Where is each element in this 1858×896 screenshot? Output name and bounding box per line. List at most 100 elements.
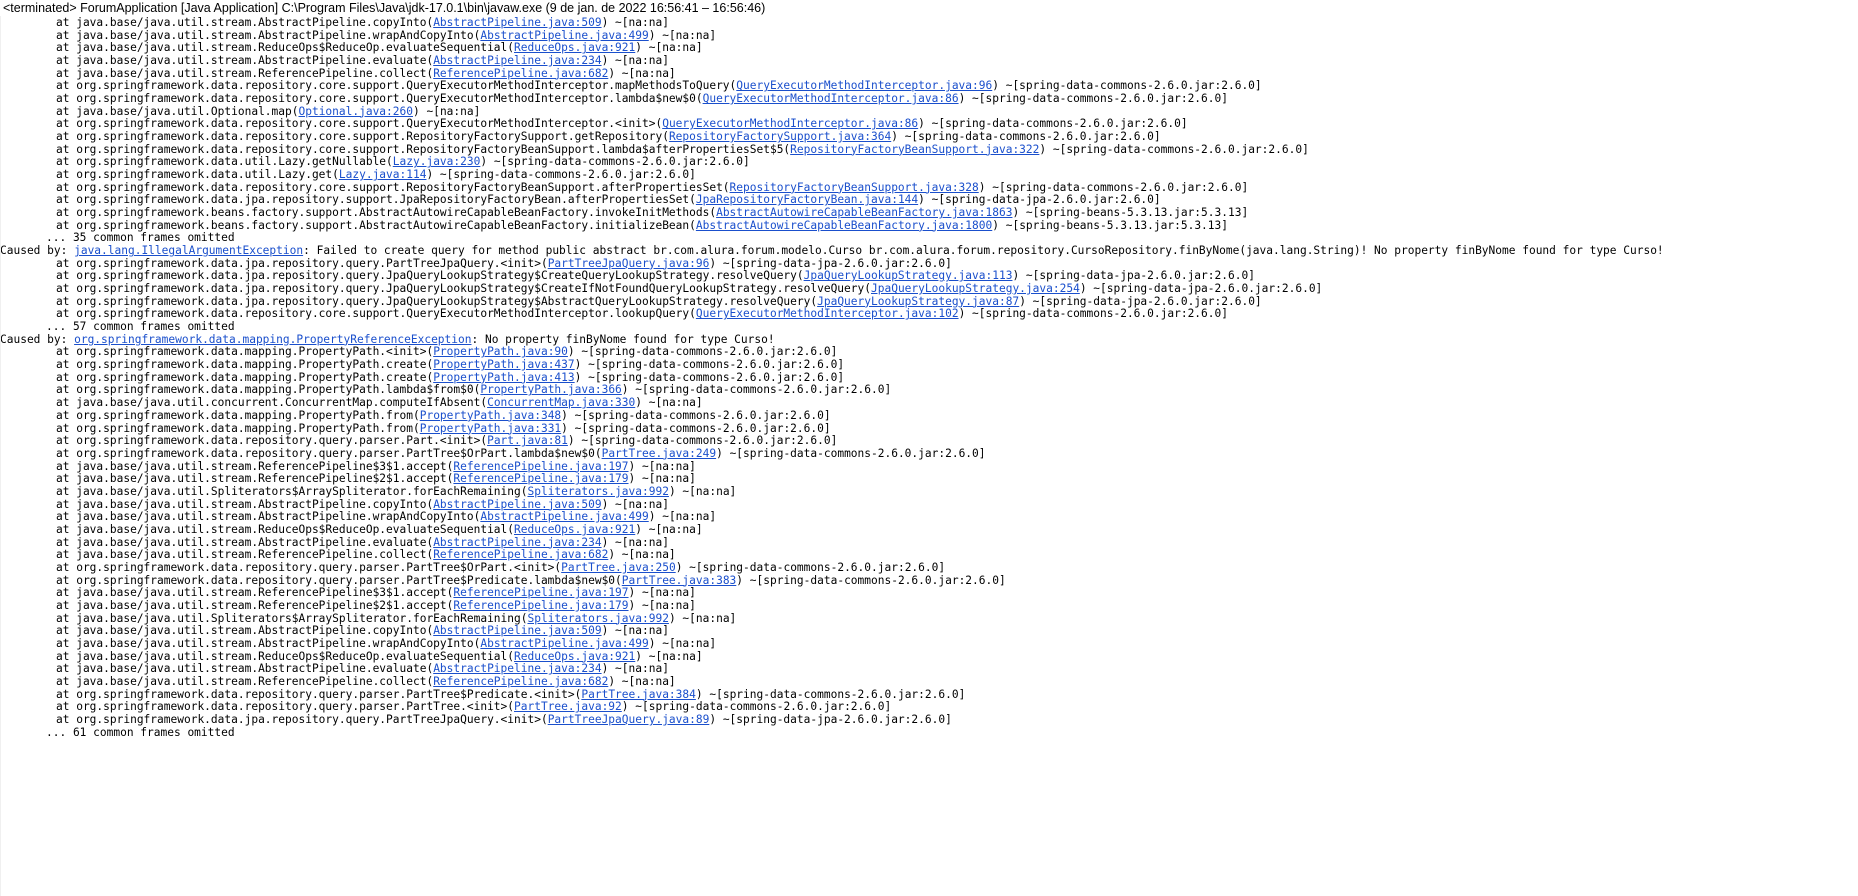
source-location-link[interactable]: AbstractPipeline.java:509 [433, 499, 601, 511]
source-location-link[interactable]: PropertyPath.java:437 [433, 359, 574, 371]
source-location-link[interactable]: Lazy.java:114 [339, 169, 427, 181]
source-location-link[interactable]: PartTree.java:250 [561, 562, 676, 574]
source-location-link[interactable]: JpaQueryLookupStrategy.java:254 [871, 283, 1080, 295]
stack-frame-text: at java.base/java.util.stream.ReferenceP… [56, 473, 454, 486]
source-location-link[interactable]: Lazy.java:230 [393, 156, 481, 168]
exception-type-link[interactable]: org.springframework.data.mapping.Propert… [74, 334, 471, 346]
console-output-area[interactable]: at java.base/java.util.stream.AbstractPi… [0, 16, 1858, 896]
source-location-link[interactable]: Spliterators.java:992 [527, 613, 668, 625]
source-location-link[interactable]: QueryExecutorMethodInterceptor.java:96 [736, 80, 992, 92]
source-location-link[interactable]: PropertyPath.java:331 [420, 423, 561, 435]
source-location-link[interactable]: PropertyPath.java:348 [420, 410, 561, 422]
source-location-link[interactable]: Spliterators.java:992 [527, 486, 668, 498]
stack-frame-suffix: ) ~[na:na] [648, 29, 717, 42]
stack-frame-suffix: ) ~[spring-data-commons-2.6.0.jar:2.6.0] [918, 118, 1188, 131]
source-location-link[interactable]: ReferencePipeline.java:197 [453, 587, 628, 599]
stack-frame-suffix: ) ~[spring-data-jpa-2.6.0.jar:2.6.0] [709, 257, 952, 270]
source-location-link[interactable]: PartTreeJpaQuery.java:96 [548, 258, 710, 270]
stack-frame-line: at org.springframework.data.jpa.reposito… [0, 194, 1858, 207]
stack-frame-line: at org.springframework.data.repository.q… [0, 575, 1858, 588]
stack-frame-text: at java.base/java.util.Optional.map( [56, 105, 299, 118]
stack-frame-line: at java.base/java.util.stream.AbstractPi… [0, 663, 1858, 676]
source-location-link[interactable]: ReduceOps.java:921 [514, 651, 635, 663]
source-location-link[interactable]: AbstractPipeline.java:509 [433, 625, 601, 637]
source-location-link[interactable]: ReduceOps.java:921 [514, 524, 635, 536]
stack-frame-text: at org.springframework.beans.factory.sup… [56, 207, 717, 220]
stack-frame-text: at org.springframework.data.repository.c… [56, 131, 669, 144]
stack-frame-text: at java.base/java.util.stream.ReferenceP… [56, 460, 454, 473]
stack-frame-line: at java.base/java.util.stream.ReferenceP… [0, 600, 1858, 613]
stack-frame-text: at org.springframework.data.mapping.Prop… [56, 359, 434, 372]
source-location-link[interactable]: AbstractPipeline.java:509 [433, 17, 601, 29]
stack-frame-line: at java.base/java.util.stream.ReferenceP… [0, 549, 1858, 562]
stack-frame-line: at java.base/java.util.stream.ReduceOps$… [0, 524, 1858, 537]
source-location-link[interactable]: PropertyPath.java:413 [433, 372, 574, 384]
source-location-link[interactable]: JpaQueryLookupStrategy.java:87 [817, 296, 1019, 308]
stack-frame-line: at org.springframework.data.repository.q… [0, 701, 1858, 714]
source-location-link[interactable]: RepositoryFactoryBeanSupport.java:322 [790, 144, 1039, 156]
stack-frame-line: at org.springframework.data.repository.q… [0, 689, 1858, 702]
source-location-link[interactable]: Optional.java:260 [298, 106, 413, 118]
stack-frame-line: at java.base/java.util.stream.ReferenceP… [0, 473, 1858, 486]
stack-frame-text: ... 61 common frames omitted [46, 726, 235, 739]
source-location-link[interactable]: AbstractPipeline.java:499 [480, 638, 648, 650]
source-location-link[interactable]: ReferencePipeline.java:179 [453, 473, 628, 485]
source-location-link[interactable]: JpaRepositoryFactoryBean.java:144 [696, 194, 918, 206]
source-location-link[interactable]: PartTree.java:384 [581, 689, 696, 701]
source-location-link[interactable]: AbstractPipeline.java:234 [433, 663, 601, 675]
stack-frame-text: at org.springframework.beans.factory.sup… [56, 219, 696, 232]
stack-frame-text: at java.base/java.util.stream.AbstractPi… [56, 536, 434, 549]
source-location-link[interactable]: AbstractPipeline.java:499 [480, 511, 648, 523]
stack-frame-line: at java.base/java.util.Optional.map(Opti… [0, 106, 1858, 119]
source-location-link[interactable]: ReferencePipeline.java:682 [433, 549, 608, 561]
source-location-link[interactable]: ReferencePipeline.java:179 [453, 600, 628, 612]
stack-frame-suffix: ) ~[spring-data-commons-2.6.0.jar:2.6.0] [992, 80, 1262, 93]
source-location-link[interactable]: ReferencePipeline.java:682 [433, 68, 608, 80]
source-location-link[interactable]: PartTree.java:383 [622, 575, 737, 587]
stack-frame-line: at java.base/java.util.stream.AbstractPi… [0, 638, 1858, 651]
source-location-link[interactable]: AbstractPipeline.java:234 [433, 537, 601, 549]
stack-frame-text: at org.springframework.data.util.Lazy.ge… [56, 156, 393, 169]
stack-frame-suffix: ) ~[na:na] [635, 42, 703, 55]
source-location-link[interactable]: Part.java:81 [487, 435, 568, 447]
stack-frame-suffix: ) ~[spring-data-commons-2.6.0.jar:2.6.0] [621, 384, 892, 397]
source-location-link[interactable]: AbstractPipeline.java:234 [433, 55, 601, 67]
stack-frame-text: at java.base/java.util.stream.ReferenceP… [56, 587, 454, 600]
source-location-link[interactable]: ReferencePipeline.java:682 [433, 676, 608, 688]
stack-frame-line: at org.springframework.data.repository.c… [0, 80, 1858, 93]
source-location-link[interactable]: JpaQueryLookupStrategy.java:113 [804, 270, 1013, 282]
source-location-link[interactable]: AbstractPipeline.java:499 [480, 30, 648, 42]
stack-frame-suffix: : Failed to create query for method publ… [303, 245, 1664, 258]
stack-frame-suffix: ) ~[spring-data-jpa-2.6.0.jar:2.6.0] [1012, 270, 1255, 283]
source-location-link[interactable]: PropertyPath.java:366 [480, 384, 621, 396]
source-location-link[interactable]: PartTree.java:249 [602, 448, 717, 460]
source-location-link[interactable]: QueryExecutorMethodInterceptor.java:102 [696, 308, 959, 320]
source-location-link[interactable]: ReferencePipeline.java:197 [453, 461, 628, 473]
stack-frame-text: at org.springframework.data.repository.q… [56, 688, 582, 701]
source-location-link[interactable]: ReduceOps.java:921 [514, 42, 635, 54]
stack-frame-line: at org.springframework.data.mapping.Prop… [0, 372, 1858, 385]
stack-frame-suffix: ) ~[na:na] [668, 485, 737, 498]
stack-frame-suffix: ) ~[spring-beans-5.3.13.jar:5.3.13] [992, 219, 1228, 232]
stack-frame-text: at java.base/java.util.Spliterators$Arra… [56, 612, 528, 625]
source-location-link[interactable]: QueryExecutorMethodInterceptor.java:86 [662, 118, 918, 130]
stack-frame-line: at org.springframework.data.repository.c… [0, 131, 1858, 144]
stack-frame-suffix: ) ~[na:na] [601, 17, 669, 29]
source-location-link[interactable]: PropertyPath.java:90 [433, 346, 568, 358]
stack-frame-suffix: ) ~[spring-data-commons-2.6.0.jar:2.6.0] [567, 435, 838, 448]
source-location-link[interactable]: AbstractAutowireCapableBeanFactory.java:… [696, 220, 992, 232]
source-location-link[interactable]: QueryExecutorMethodInterceptor.java:86 [703, 93, 959, 105]
stack-frame-line: at java.base/java.util.stream.ReferenceP… [0, 676, 1858, 689]
source-location-link[interactable]: RepositoryFactoryBeanSupport.java:328 [730, 182, 979, 194]
source-location-link[interactable]: ConcurrentMap.java:330 [487, 397, 635, 409]
exception-type-link[interactable]: java.lang.IllegalArgumentException [74, 245, 303, 257]
source-location-link[interactable]: AbstractAutowireCapableBeanFactory.java:… [716, 207, 1012, 219]
stack-frame-suffix: ) ~[na:na] [628, 599, 696, 612]
stack-frame-text: Caused by: [0, 245, 75, 258]
source-location-link[interactable]: PartTreeJpaQuery.java:89 [548, 714, 710, 726]
stack-frame-line: at org.springframework.data.repository.c… [0, 308, 1858, 321]
stack-frame-text: at org.springframework.data.mapping.Prop… [56, 346, 434, 359]
source-location-link[interactable]: PartTree.java:92 [514, 701, 622, 713]
source-location-link[interactable]: RepositoryFactorySupport.java:364 [669, 131, 891, 143]
stack-frame-suffix: ) ~[na:na] [608, 549, 676, 562]
